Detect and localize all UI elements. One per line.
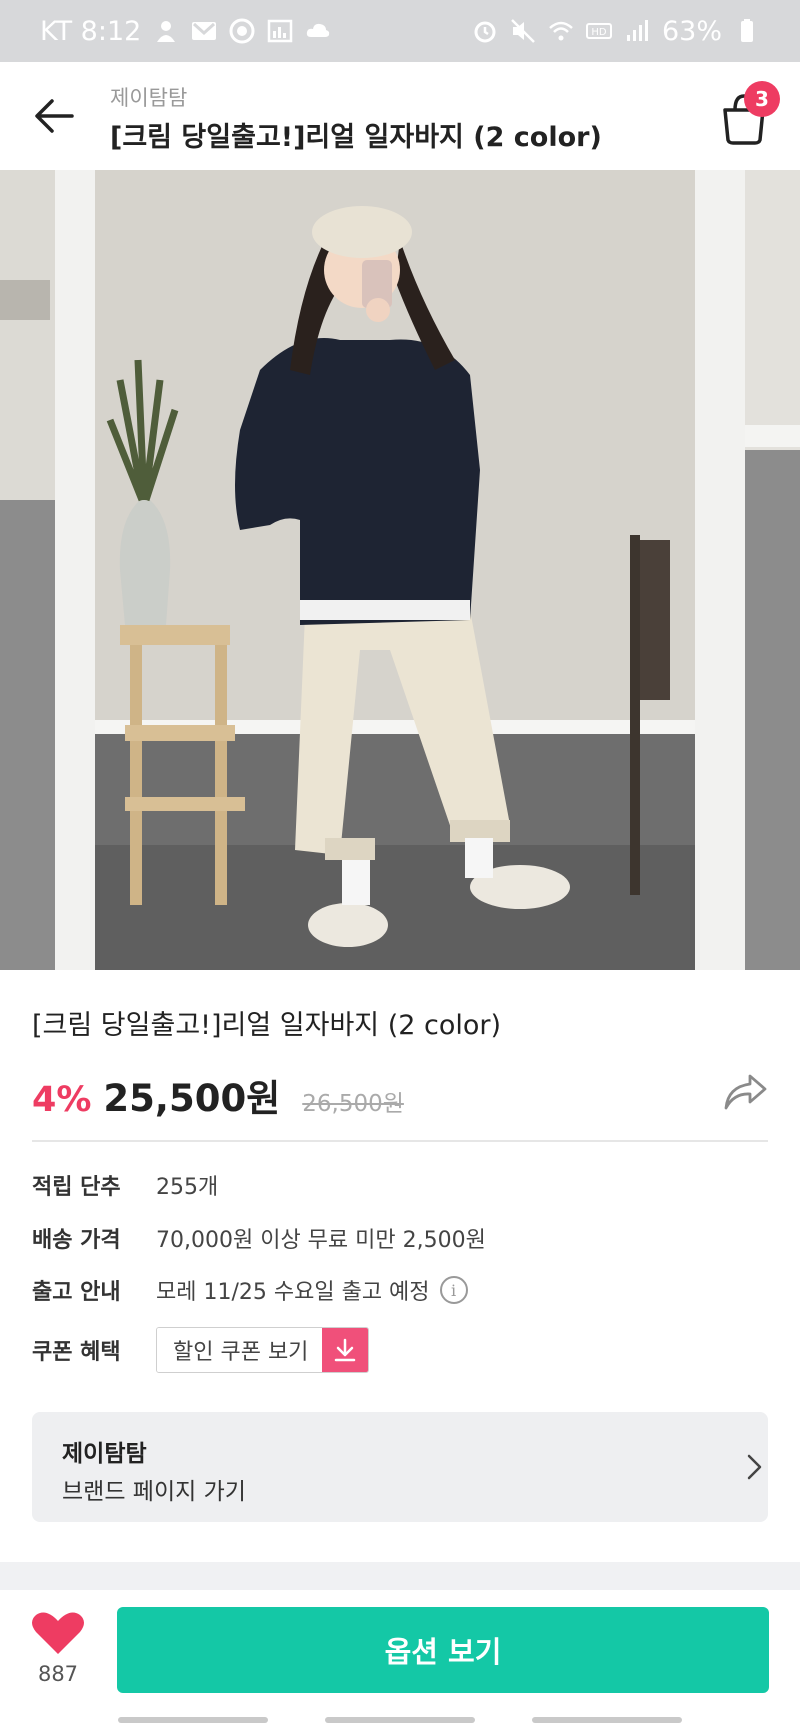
section-separator (0, 1562, 800, 1590)
product-image[interactable] (0, 170, 800, 970)
view-options-button[interactable]: 옵션 보기 (117, 1607, 769, 1693)
info-icon[interactable]: i (439, 1276, 468, 1304)
carrier-time: KT 8:12 (40, 15, 142, 47)
dispatch-info-row: 출고 안내 모레 11/25 수요일 출고 예정 i (32, 1274, 468, 1306)
battery-percent: 63% (661, 15, 722, 47)
dispatch-info-label: 출고 안내 (32, 1280, 121, 1305)
nav-bar-back[interactable] (532, 1717, 682, 1723)
shipping-fee-value: 70,000원 이상 무료 미만 2,500원 (156, 1228, 486, 1253)
reward-points-row: 적립 단추 255개 (32, 1169, 218, 1201)
shipping-fee-row: 배송 가격 70,000원 이상 무료 미만 2,500원 (32, 1222, 486, 1254)
nav-bar-recent[interactable] (118, 1717, 268, 1723)
bottom-action-bar: 887 옵션 보기 (0, 1590, 800, 1733)
brand-page-link: 브랜드 페이지 가기 (62, 1479, 246, 1505)
product-photo-illustration (0, 170, 800, 970)
arrow-left-icon (35, 99, 74, 133)
cart-count-badge: 3 (744, 81, 780, 117)
gmail-icon (192, 22, 217, 40)
person-icon (157, 21, 176, 42)
chart-icon (268, 19, 293, 43)
discount-rate: 4% (32, 1080, 92, 1120)
section-divider (32, 1140, 768, 1142)
sale-price: 25,500원 (103, 1077, 281, 1120)
nav-bar-home[interactable] (325, 1717, 475, 1723)
status-left: KT 8:12 (40, 16, 331, 47)
circle-app-icon (229, 18, 255, 44)
mute-icon (511, 19, 535, 43)
dispatch-info-value: 모레 11/25 수요일 출고 예정 (156, 1280, 430, 1305)
page-title: [크림 당일출고!]리얼 일자바지 (2 color) (110, 122, 602, 153)
signal-icon (626, 20, 648, 41)
download-icon (322, 1328, 369, 1372)
svg-text:HD: HD (591, 27, 607, 38)
like-button[interactable] (28, 1610, 88, 1700)
status-right: HD 63% (472, 16, 760, 47)
heart-icon (32, 1612, 84, 1654)
wifi-icon (549, 21, 573, 41)
reward-points-value: 255개 (156, 1175, 219, 1200)
battery-icon (741, 19, 753, 42)
chevron-right-icon (747, 1454, 762, 1480)
view-coupon-label: 할인 쿠폰 보기 (157, 1328, 323, 1372)
cloud-icon (307, 23, 330, 37)
coupon-row: 쿠폰 혜택 할인 쿠폰 보기 (32, 1327, 370, 1373)
original-price: 26,500원 (302, 1091, 404, 1117)
header-brand[interactable]: 제이탐탐 (110, 82, 187, 112)
app-header: 제이탐탐 [크림 당일출고!]리얼 일자바지 (2 color) 3 (0, 62, 800, 170)
shipping-fee-label: 배송 가격 (32, 1228, 121, 1253)
coupon-label: 쿠폰 혜택 (32, 1340, 121, 1365)
reward-points-label: 적립 단추 (32, 1175, 121, 1200)
like-count: 887 (37, 1662, 79, 1686)
product-title: [크림 당일출고!]리얼 일자바지 (2 color) (32, 1010, 502, 1041)
brand-page-card[interactable]: 제이탐탐 브랜드 페이지 가기 (32, 1412, 768, 1522)
hd-icon: HD (585, 23, 612, 39)
back-button[interactable] (28, 90, 80, 142)
view-coupon-button[interactable]: 할인 쿠폰 보기 (156, 1327, 370, 1373)
brand-name: 제이탐탐 (62, 1441, 147, 1467)
share-button[interactable] (722, 1072, 768, 1112)
alarm-icon (474, 21, 496, 43)
status-bar: KT 8:12 HD 63% (0, 0, 800, 62)
share-arrow-icon (724, 1074, 767, 1110)
price-row: 4% 25,500원 26,500원 (32, 1068, 404, 1122)
